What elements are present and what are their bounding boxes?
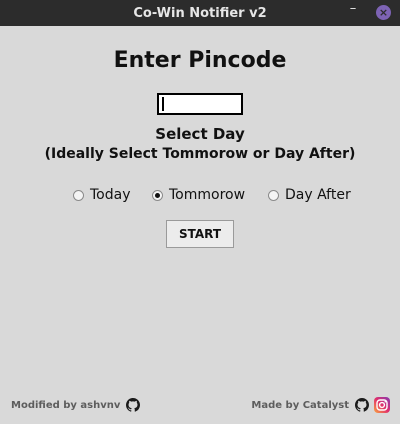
pincode-input[interactable] [157,93,243,115]
modified-by-label: Modified by ashvnv [11,399,121,411]
github-icon[interactable] [355,398,370,412]
radio-label: Day After [285,187,351,203]
select-day-label: Select Day [155,125,245,143]
radio-button[interactable] [268,189,279,201]
radio-option-day-after[interactable]: Day After [268,185,351,205]
page-title: Enter Pincode [113,48,287,73]
radio-button[interactable] [152,189,163,201]
footer-credit-left: Modified by ashvnv [11,397,141,413]
title-bar: Co-Win Notifier v2 – × [0,0,400,26]
github-icon[interactable] [126,398,141,412]
radio-label: Today [90,187,131,203]
instagram-icon[interactable] [374,397,390,413]
start-button[interactable]: START [166,220,234,248]
text-caret [162,97,164,111]
radio-button[interactable] [73,189,84,201]
window-title: Co-Win Notifier v2 [133,5,267,21]
select-day-hint: (Ideally Select Tommorow or Day After) [44,146,356,162]
radio-option-today[interactable]: Today [73,185,131,205]
made-by-label: Made by Catalyst [251,399,349,411]
radio-label: Tommorow [169,187,246,203]
footer-credit-right: Made by Catalyst [251,397,390,413]
close-button[interactable]: × [376,5,391,20]
radio-option-tommorow[interactable]: Tommorow [152,185,245,205]
minimize-button[interactable]: – [346,2,360,18]
